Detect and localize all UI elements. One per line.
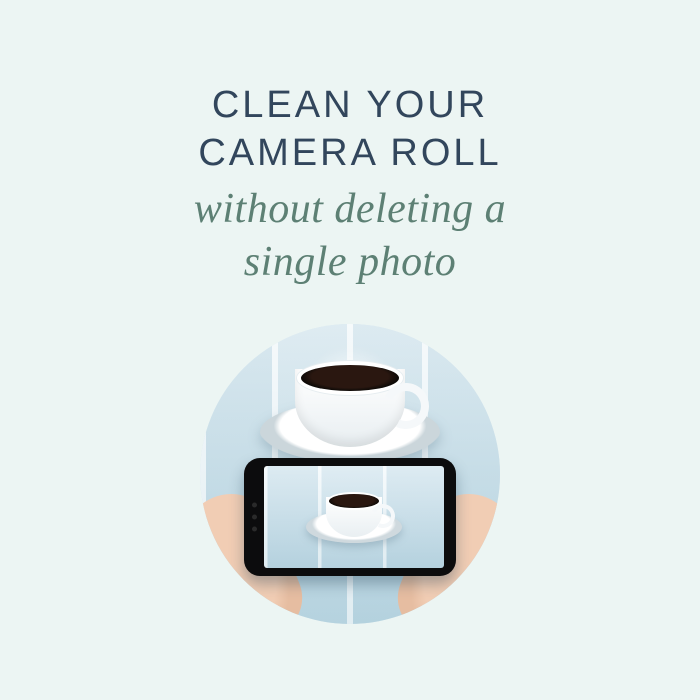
headline-primary-line2: CAMERA ROLL	[198, 132, 501, 174]
headline-primary-line1: CLEAN YOUR	[212, 84, 488, 126]
headline-block: CLEAN YOUR CAMERA ROLL without deleting …	[194, 82, 506, 288]
headline-primary: CLEAN YOUR CAMERA ROLL	[194, 82, 506, 177]
headline-secondary-line2: single photo	[244, 239, 457, 285]
headline-secondary-line1: without deleting a	[194, 186, 506, 232]
phone-screen	[264, 466, 444, 568]
phone-icon	[244, 458, 456, 576]
hero-image	[200, 324, 500, 624]
headline-secondary: without deleting a single photo	[194, 183, 506, 288]
